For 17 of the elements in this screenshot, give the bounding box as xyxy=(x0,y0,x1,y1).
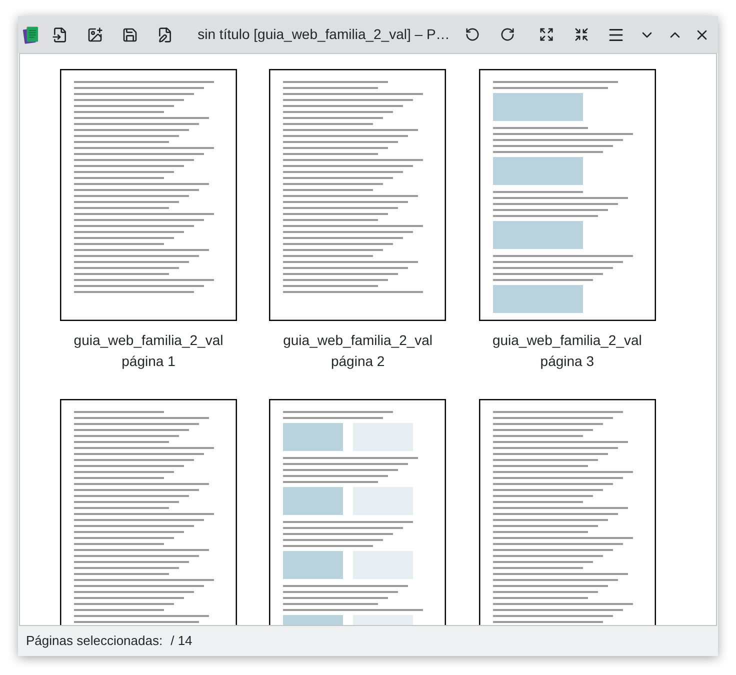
file-icon xyxy=(52,26,68,42)
window-title: sin título [guia_web_familia_2_val] – P… xyxy=(198,25,450,44)
rotate-right-icon xyxy=(500,27,515,42)
page-number-label: página 3 xyxy=(540,352,594,371)
image-plus-icon xyxy=(87,26,104,42)
status-label: Páginas seleccionadas: xyxy=(26,632,163,650)
page-number-label: página 2 xyxy=(330,352,385,371)
file-pen-icon xyxy=(157,26,174,42)
page-number-label: página 1 xyxy=(122,352,176,371)
expand-icon xyxy=(538,27,554,42)
rotate-left-icon xyxy=(464,27,480,42)
status-page-count: / 14 xyxy=(170,632,192,650)
save-icon xyxy=(122,26,138,42)
page-file-name: guia_web_familia_2_val xyxy=(283,331,433,350)
page-file-name: guia_web_familia_2_val xyxy=(74,331,224,350)
shrink-icon xyxy=(574,27,589,42)
page-file-name: guia_web_familia_2_val xyxy=(492,331,642,350)
